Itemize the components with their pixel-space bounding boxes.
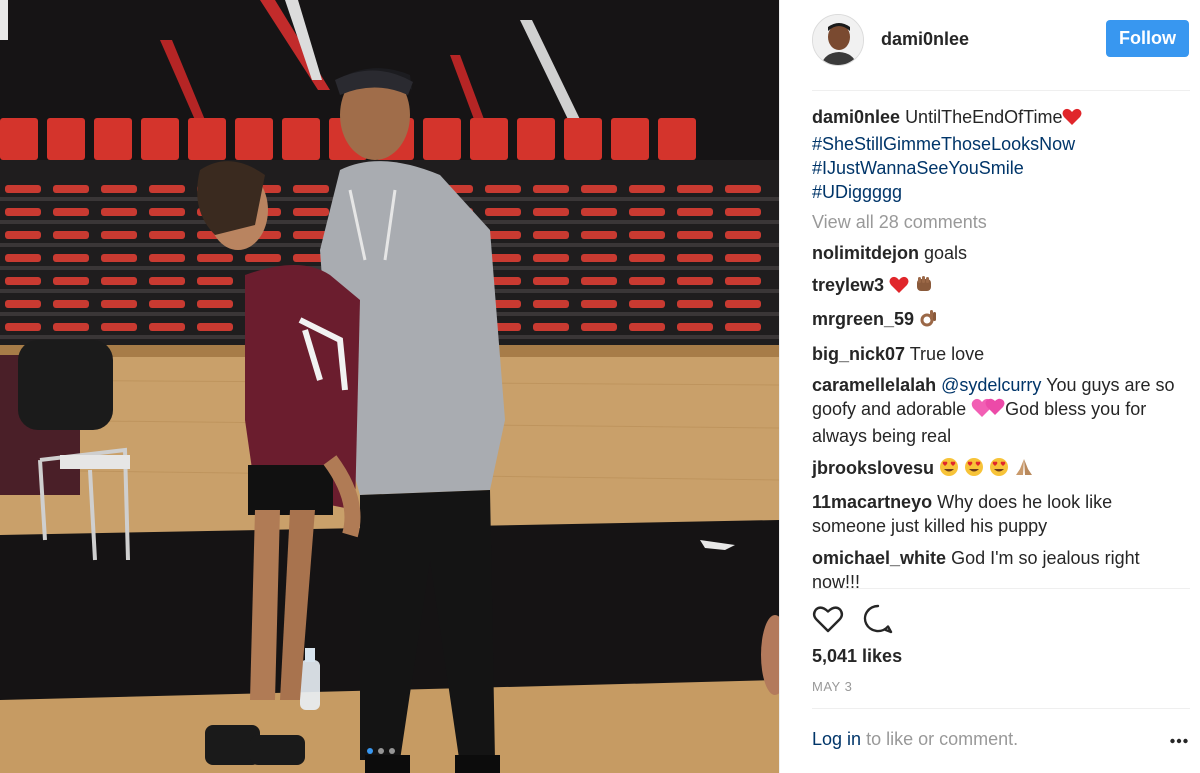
post-caption: dami0nlee UntilTheEndOfTime #SheStillGim…: [812, 105, 1190, 204]
post-header: dami0nlee Follow: [780, 0, 1200, 90]
comment-item: jbrookslovesu: [812, 456, 1190, 483]
mention-link[interactable]: @sydelcurry: [941, 375, 1041, 395]
login-link[interactable]: Log in: [812, 729, 861, 749]
comment-item: 11macartneyo Why does he look like someo…: [812, 490, 1190, 538]
comment-username[interactable]: caramellelalah: [812, 375, 936, 395]
comment-text: True love: [909, 343, 985, 364]
two-hearts-emoji: [971, 398, 1005, 424]
follow-button[interactable]: Follow: [1106, 20, 1189, 57]
hashtag-link[interactable]: #SheStillGimmeThoseLooksNow: [812, 132, 1190, 156]
comments-divider: [812, 588, 1190, 589]
comment-username[interactable]: jbrookslovesu: [812, 458, 934, 478]
raised-fist-emoji: [914, 274, 934, 300]
hashtag-link[interactable]: #UDiggggg: [812, 180, 1190, 204]
comment-icon[interactable]: [862, 603, 894, 635]
carousel-indicator[interactable]: [367, 748, 395, 754]
comment-username[interactable]: 11macartneyo: [812, 492, 932, 512]
post-photo[interactable]: [0, 0, 779, 773]
avatar[interactable]: [812, 14, 864, 66]
carousel-dot[interactable]: [367, 748, 373, 754]
hashtag-link[interactable]: #IJustWannaSeeYouSmile: [812, 156, 1190, 180]
heart-icon[interactable]: [812, 603, 844, 635]
carousel-dot[interactable]: [389, 748, 395, 754]
avatar-portrait: [813, 15, 863, 65]
comment-username[interactable]: nolimitdejon: [812, 243, 919, 263]
red-heart-emoji: [889, 276, 909, 300]
comment-text: goals: [924, 243, 968, 263]
heart-eyes-emoji: [964, 457, 984, 483]
post-date[interactable]: MAY 3: [812, 679, 852, 694]
comment-item: treylew3: [812, 273, 1190, 300]
heart-eyes-emoji: [939, 457, 959, 483]
red-heart-emoji: [1062, 108, 1082, 132]
comment-item: caramellelalah @sydelcurry You guys are …: [812, 373, 1190, 448]
comment-username[interactable]: treylew3: [812, 275, 884, 295]
login-prompt: Log in to like or comment.: [812, 729, 1018, 750]
post-side-panel: dami0nlee Follow dami0nlee UntilTheEndOf…: [779, 0, 1200, 773]
gym-photo-illustration: [0, 0, 779, 773]
comment-username[interactable]: omichael_white: [812, 548, 946, 568]
comment-username[interactable]: mrgreen_59: [812, 309, 914, 329]
footer-divider: [812, 708, 1190, 709]
caption-username[interactable]: dami0nlee: [812, 107, 900, 127]
carousel-dot[interactable]: [378, 748, 384, 754]
heart-eyes-emoji: [989, 457, 1009, 483]
comment-item: mrgreen_59: [812, 307, 1190, 334]
likes-count[interactable]: 5,041 likes: [812, 646, 902, 667]
post-actions: [812, 603, 894, 635]
header-divider: [812, 90, 1190, 91]
comments-section: dami0nlee UntilTheEndOfTime #SheStillGim…: [812, 105, 1190, 601]
post-author-username[interactable]: dami0nlee: [881, 29, 969, 50]
comment-item: big_nick07 True love: [812, 342, 1190, 366]
comment-username[interactable]: big_nick07: [812, 344, 905, 364]
login-prompt-text: to like or comment.: [866, 729, 1019, 749]
comment-item: nolimitdejon goals: [812, 241, 1190, 265]
view-all-comments-link[interactable]: View all 28 comments: [812, 210, 1190, 234]
more-options-icon[interactable]: [1170, 738, 1188, 744]
praying-hands-emoji: [1014, 457, 1034, 483]
caption-text: UntilTheEndOfTime: [905, 107, 1063, 127]
comment-item: omichael_white God I'm so jealous right …: [812, 546, 1190, 594]
ok-hand-emoji: [919, 308, 939, 334]
instagram-post: dami0nlee Follow dami0nlee UntilTheEndOf…: [0, 0, 1200, 773]
